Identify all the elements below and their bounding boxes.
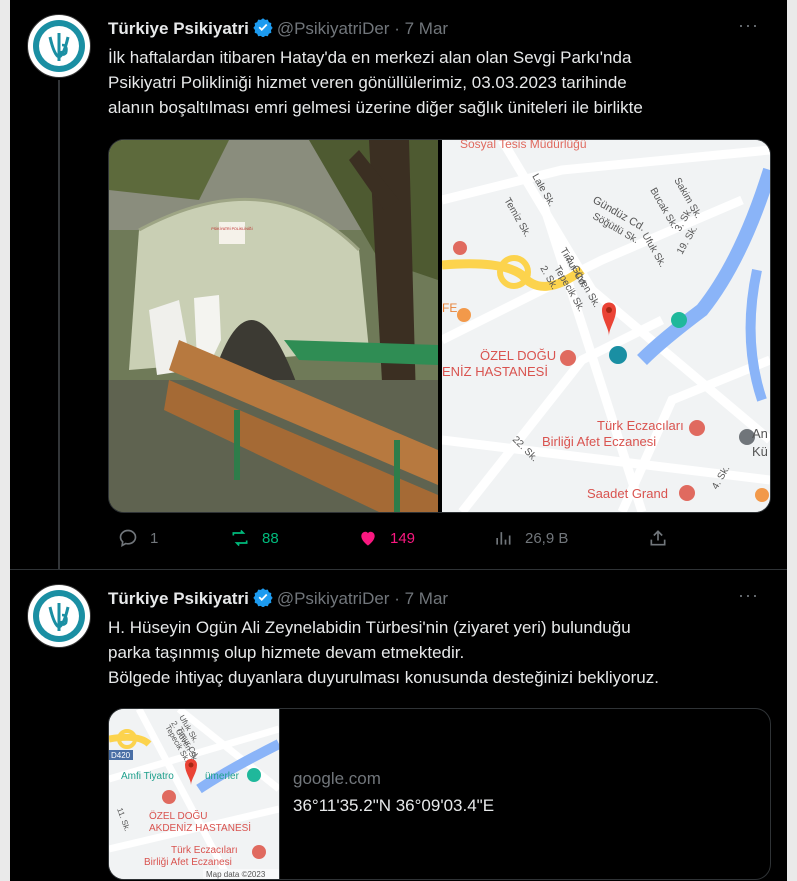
verified-badge-icon xyxy=(253,18,273,37)
tent-photo[interactable]: PSİKİYATRİ POLİKLİNİĞİ xyxy=(109,140,438,512)
reply-count: 1 xyxy=(150,529,159,547)
map-place-label: Saadet Grand xyxy=(587,486,668,501)
share-button[interactable] xyxy=(648,528,668,548)
park-icon[interactable] xyxy=(671,312,687,328)
verified-badge-icon xyxy=(253,588,273,607)
map-place-label: ENİZ HASTANESİ xyxy=(442,364,548,379)
food-icon[interactable] xyxy=(755,488,769,502)
map-place-label: Amfi Tiyatro xyxy=(121,771,174,782)
restaurant-icon[interactable] xyxy=(453,241,467,255)
map-place-label: AKDENİZ HASTANESİ xyxy=(149,821,251,834)
hospital-icon[interactable] xyxy=(560,350,576,366)
separator-dot: · xyxy=(394,19,400,38)
tweet-date[interactable]: 7 Mar xyxy=(405,19,448,38)
tweet-text: H. Hüseyin Ogün Ali Zeynelabidin Türbesi… xyxy=(108,615,768,690)
map-place-label: Birliği Afet Eczanesi xyxy=(144,857,232,868)
tweet-date[interactable]: 7 Mar xyxy=(405,589,448,608)
retweet-button[interactable]: 88 xyxy=(230,528,279,548)
tweet-text: İlk haftalardan itibaren Hatay'da en mer… xyxy=(108,45,768,120)
map-place-label: ÖZEL DOĞU xyxy=(149,809,208,822)
author-name[interactable]: Türkiye Psikiyatri xyxy=(108,589,249,608)
hospital-icon xyxy=(162,790,176,804)
map-place-label: Türk Eczacıları xyxy=(597,418,684,433)
road-sign-label: D420 xyxy=(111,751,131,760)
more-options-button[interactable]: ··· xyxy=(738,585,759,606)
reply-icon xyxy=(119,529,137,548)
author-name[interactable]: Türkiye Psikiyatri xyxy=(108,19,249,38)
tweet-text-line: Bölgede ihtiyaç duyanlara duyurulması ko… xyxy=(108,668,659,687)
link-title: 36°11'35.2"N 36°09'03.4"E xyxy=(293,796,495,815)
tweet-actions: 1 88 149 26,9 B xyxy=(108,528,668,556)
tweet-text-line: alanın boşaltılması emri gelmesi üzerine… xyxy=(108,98,643,117)
author-handle[interactable]: @PsikiyatriDer xyxy=(277,19,390,38)
retweet-count: 88 xyxy=(262,529,279,547)
park-icon xyxy=(247,768,261,782)
tweet-header: Türkiye Psikiyatri @PsikiyatriDer · 7 Mar xyxy=(108,587,448,609)
map-place-label: ümerler xyxy=(205,771,240,782)
bar-chart-icon xyxy=(496,532,511,545)
map-place-label: FE xyxy=(442,301,457,315)
retweet-icon xyxy=(232,529,248,547)
view-count: 26,9 B xyxy=(525,529,569,547)
heart-icon xyxy=(361,531,375,546)
map-place-label: ÖZEL DOĞU xyxy=(480,348,556,363)
tent-sign-text: PSİKİYATRİ POLİKLİNİĞİ xyxy=(211,226,252,231)
map-place-label: Türk Eczacıları xyxy=(171,845,238,856)
link-card[interactable]: D420 Ufuk Sk. Timur Cd. 2. Güven Sk. Tep… xyxy=(108,708,771,880)
map-label-top: Sosyal Tesis Müdürlüğü xyxy=(460,140,587,151)
separator-dot: · xyxy=(394,589,400,608)
share-icon xyxy=(650,530,666,546)
location-map[interactable]: Sosyal Tesis Müdürlüğü Gündüz Cd. Söğütl… xyxy=(442,140,770,512)
media-grid: PSİKİYATRİ POLİKLİNİĞİ Sosyal Tesis Müdü… xyxy=(108,139,771,513)
link-domain: google.com xyxy=(293,769,381,788)
map-place-label: Kü xyxy=(752,444,768,459)
tweet-header: Türkiye Psikiyatri @PsikiyatriDer · 7 Mar xyxy=(108,17,448,39)
tweet-2[interactable]: Türkiye Psikiyatri @PsikiyatriDer · 7 Mar… xyxy=(10,570,787,881)
pharmacy-icon xyxy=(252,845,266,859)
reply-button[interactable]: 1 xyxy=(118,528,158,548)
map-place-label: An xyxy=(752,426,768,441)
thread-line xyxy=(58,80,60,570)
like-count: 149 xyxy=(390,529,416,547)
cafe-icon[interactable] xyxy=(457,308,471,322)
timeline: Türkiye Psikiyatri @PsikiyatriDer · 7 Mar… xyxy=(10,0,787,881)
avatar[interactable] xyxy=(27,14,91,78)
more-options-button[interactable]: ··· xyxy=(738,15,759,36)
avatar[interactable] xyxy=(27,584,91,648)
psikiyatri-map-marker-icon[interactable] xyxy=(609,346,627,364)
tweet-text-line: parka taşınmış olup hizmete devam etmekt… xyxy=(108,643,465,662)
psikiyatri-logo-icon xyxy=(29,16,89,76)
tweet-text-line: Psikiyatri Polikliniği hizmet veren gönü… xyxy=(108,73,627,92)
map-place-label: Birliği Afet Eczanesi xyxy=(542,434,656,449)
hotel-icon[interactable] xyxy=(679,485,695,501)
tweet-text-line: İlk haftalardan itibaren Hatay'da en mer… xyxy=(108,48,632,67)
tweet-1[interactable]: Türkiye Psikiyatri @PsikiyatriDer · 7 Mar… xyxy=(10,0,787,570)
tweet-text-line: H. Hüseyin Ogün Ali Zeynelabidin Türbesi… xyxy=(108,618,631,637)
pharmacy-icon[interactable] xyxy=(689,420,705,436)
views-button[interactable]: 26,9 B xyxy=(493,528,568,548)
link-card-map: D420 Ufuk Sk. Timur Cd. 2. Güven Sk. Tep… xyxy=(109,709,280,879)
like-button[interactable]: 149 xyxy=(358,528,415,548)
psikiyatri-logo-icon xyxy=(29,586,89,646)
author-handle[interactable]: @PsikiyatriDer xyxy=(277,589,390,608)
tent-sign xyxy=(219,222,245,244)
map-credit: Map data ©2023 xyxy=(206,870,266,879)
